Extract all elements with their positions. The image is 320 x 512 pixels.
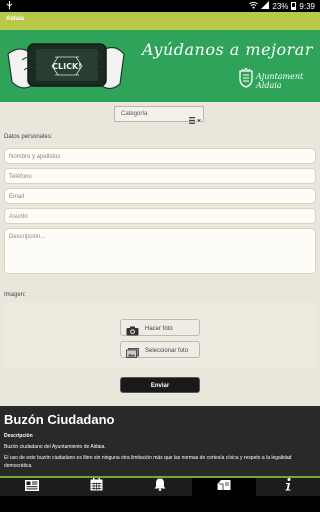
info-line2: El uso de este buzón ciudadano es libre … <box>4 455 292 469</box>
description-field[interactable]: Descripción... <box>4 228 316 274</box>
app-title: Aldaia <box>6 16 25 22</box>
phone-screen-text: CLICK! <box>52 62 82 71</box>
email-field[interactable]: Email <box>4 188 316 204</box>
send-button[interactable]: Enviar <box>120 377 200 393</box>
images-label: Imagen: <box>4 292 26 298</box>
battery-percent: 23% <box>272 1 289 11</box>
wifi-icon <box>249 1 259 11</box>
tab-mailbox[interactable] <box>192 478 256 496</box>
app-bar: Aldaia <box>0 12 320 30</box>
tab-news[interactable] <box>0 478 64 496</box>
status-bar: 23% 9:39 <box>0 0 320 12</box>
category-label: Categoría <box>121 111 148 117</box>
info-subtitle: Descripción <box>4 433 33 439</box>
subject-field[interactable]: Asunto <box>4 208 316 224</box>
take-photo-label: Hacer foto <box>145 326 173 332</box>
crest-icon <box>239 68 253 88</box>
system-nav-bar <box>0 496 320 512</box>
banner-slogan: Ayúdanos a mejorar <box>142 40 313 59</box>
info-title: Buzón Ciudadano <box>4 412 115 427</box>
gallery-icon <box>126 345 139 363</box>
clock: 9:39 <box>299 1 315 11</box>
send-label: Enviar <box>150 383 170 389</box>
email-placeholder: Email <box>9 194 25 200</box>
name-field[interactable]: Nombre y apellidos <box>4 148 316 164</box>
name-placeholder: Nombre y apellidos <box>9 154 61 160</box>
hands-phone-illustration: CLICK! <box>7 43 125 90</box>
cell-signal-icon <box>261 1 270 11</box>
phone-placeholder: Teléfono <box>9 174 32 180</box>
camera-icon <box>126 323 139 341</box>
calendar-icon <box>90 478 103 496</box>
personal-data-label: Datos personales: <box>4 134 53 140</box>
category-select[interactable]: Categoría <box>114 106 204 124</box>
mailbox-icon <box>217 478 231 496</box>
info-panel: Buzón Ciudadano Descripción Buzón ciudad… <box>0 406 320 476</box>
tab-info[interactable] <box>256 478 320 496</box>
take-photo-button[interactable]: Hacer foto <box>120 319 200 336</box>
bell-icon <box>154 478 166 496</box>
usb-icon <box>6 1 13 11</box>
logo-text: Ajuntament Aldaia <box>256 72 304 90</box>
tab-calendar[interactable] <box>64 478 128 496</box>
select-photo-label: Seleccionar foto <box>145 348 189 354</box>
description-placeholder: Descripción... <box>9 234 46 240</box>
phone-field[interactable]: Teléfono <box>4 168 316 184</box>
list-dropdown-icon <box>189 111 201 129</box>
info-line1: Buzón ciudadano del Ayuntamiento de Alda… <box>4 444 106 450</box>
news-icon <box>25 478 39 496</box>
battery-icon <box>291 2 297 10</box>
select-photo-button[interactable]: Seleccionar foto <box>120 341 200 358</box>
banner: CLICK! Ayúdanos a mejorar Ajuntament Ald… <box>0 30 320 102</box>
info-icon <box>284 478 292 496</box>
subject-placeholder: Asunto <box>9 214 28 220</box>
tab-alerts[interactable] <box>128 478 192 496</box>
